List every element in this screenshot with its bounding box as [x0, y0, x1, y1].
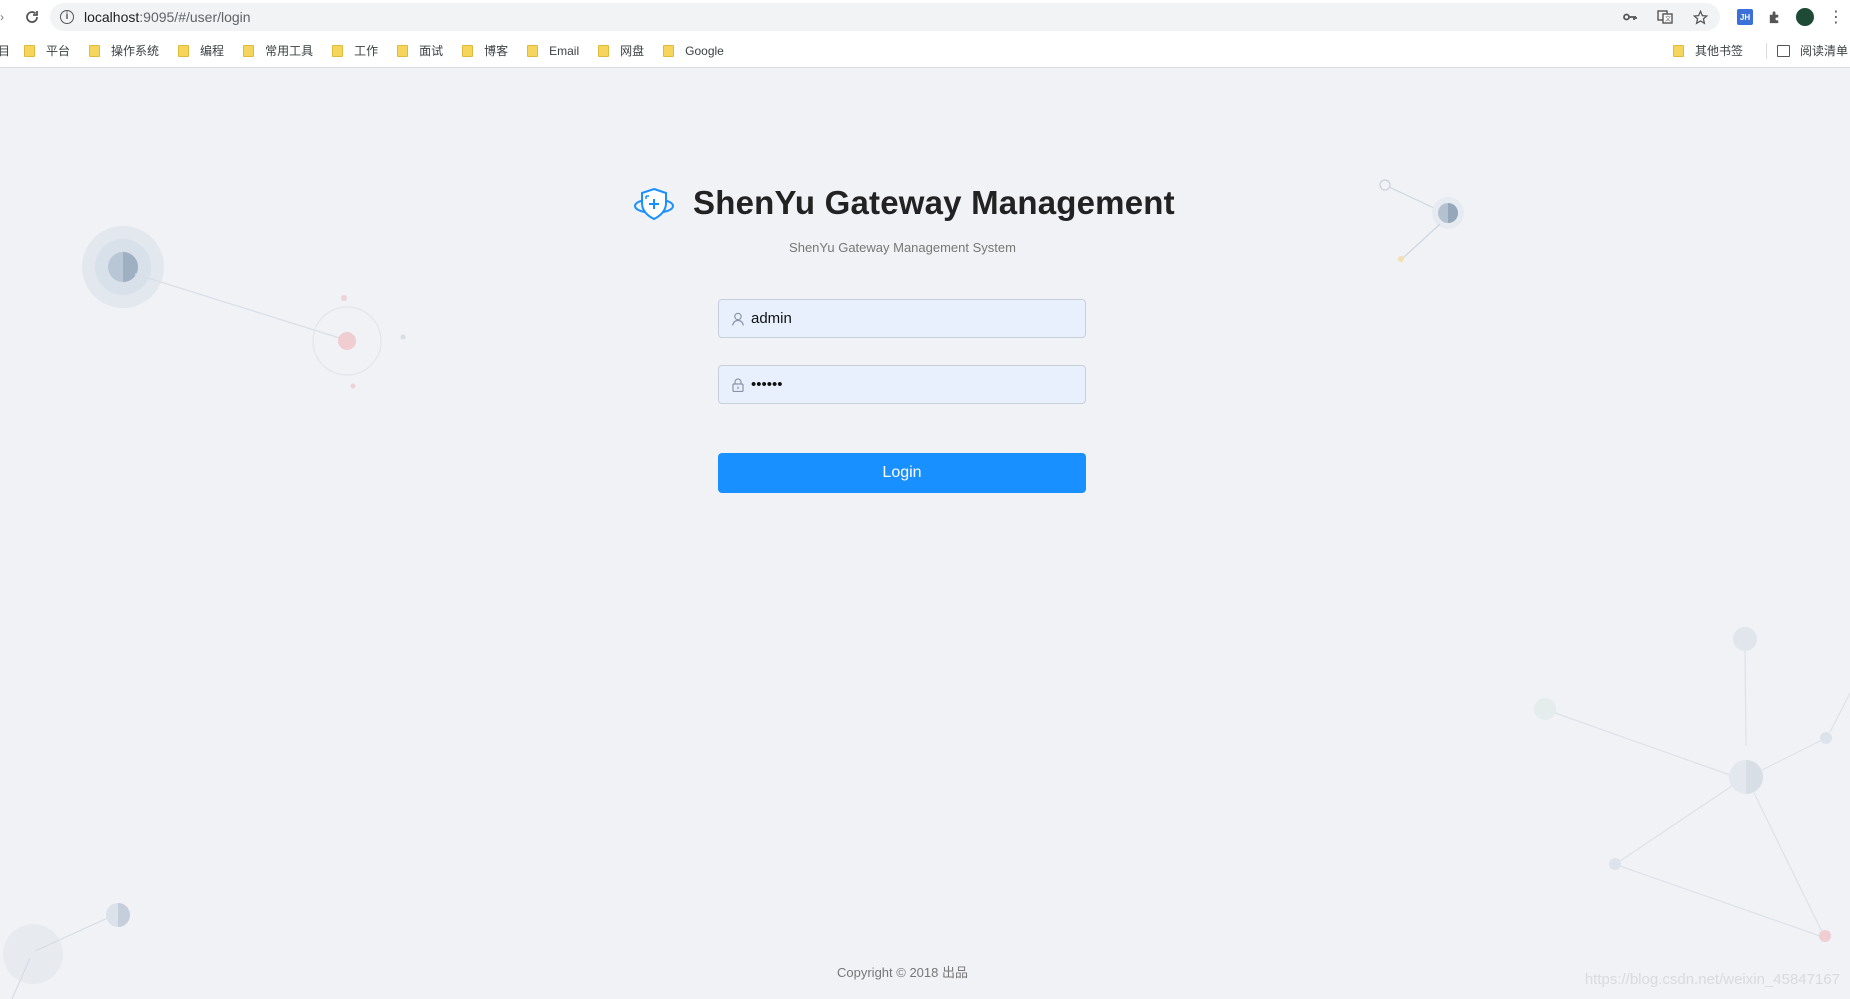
browser-menu-icon[interactable]: ⋮ — [1828, 7, 1844, 27]
bookmark-folder[interactable]: Email — [527, 44, 579, 58]
divider — [1765, 42, 1767, 59]
star-icon[interactable] — [1693, 9, 1708, 25]
folder-icon — [243, 44, 255, 57]
profile-avatar[interactable] — [1796, 8, 1814, 26]
key-icon[interactable] — [1623, 12, 1637, 22]
back-arrow-icon[interactable]: › — [0, 11, 6, 23]
other-bookmarks[interactable]: 其他书签 — [1672, 42, 1743, 59]
jh-extension-icon[interactable]: JH — [1737, 9, 1753, 25]
bookmark-folder[interactable]: Google — [663, 44, 724, 58]
browser-toolbar: › i localhost:9095/#/user/login 文 JH ⋮ — [0, 0, 1850, 34]
reading-list-icon — [1776, 44, 1790, 57]
folder-icon — [598, 44, 610, 57]
folder-icon — [1672, 44, 1684, 57]
watermark-text: https://blog.csdn.net/weixin_45847167 — [1584, 971, 1840, 988]
reload-icon — [26, 11, 38, 23]
folder-icon — [397, 44, 409, 57]
url-text: localhost:9095/#/user/login — [84, 9, 251, 25]
bookmark-folder[interactable]: 操作系统 — [89, 42, 159, 59]
username-input[interactable] — [751, 310, 1051, 327]
bookmark-folder[interactable]: 平台 — [24, 42, 70, 59]
folder-icon — [89, 44, 101, 57]
translate-icon[interactable]: 文 — [1657, 10, 1673, 24]
login-button[interactable]: Login — [718, 453, 1086, 493]
folder-icon — [24, 44, 36, 57]
bookmark-folder[interactable]: 工作 — [332, 42, 378, 59]
lock-icon — [731, 377, 745, 392]
bookmark-folder[interactable]: 网盘 — [598, 42, 644, 59]
user-icon — [731, 312, 745, 326]
folder-icon — [178, 44, 190, 57]
copyright-footer: Copyright © 2018 出品 — [837, 965, 968, 980]
page-title: ShenYu Gateway Management — [693, 184, 1175, 221]
address-bar[interactable]: i localhost:9095/#/user/login 文 — [50, 3, 1720, 31]
folder-icon — [663, 44, 675, 57]
info-icon[interactable]: i — [60, 10, 74, 24]
bookmark-folder[interactable]: 常用工具 — [243, 42, 313, 59]
svg-text:文: 文 — [1665, 15, 1671, 23]
folder-icon — [527, 44, 539, 57]
reload-button[interactable] — [22, 7, 42, 27]
folder-icon — [332, 44, 344, 57]
bookmarks-bar: 目 平台 操作系统 编程 常用工具 工作 面试 博客 Email 网盘 Goog… — [0, 34, 1850, 68]
password-input[interactable] — [751, 376, 1051, 393]
bookmark-folder[interactable]: 编程 — [178, 42, 224, 59]
username-field[interactable] — [718, 299, 1086, 338]
login-page: ShenYu Gateway Management ShenYu Gateway… — [0, 68, 1850, 999]
bookmark-truncated[interactable]: 目 — [0, 42, 10, 59]
bookmark-folder[interactable]: 博客 — [462, 42, 508, 59]
password-field[interactable] — [718, 365, 1086, 404]
page-subtitle: ShenYu Gateway Management System — [789, 240, 1016, 255]
reading-list[interactable]: 阅读清单 — [1776, 42, 1848, 59]
puzzle-icon[interactable] — [1767, 10, 1782, 25]
shield-logo-icon — [634, 187, 674, 221]
folder-icon — [462, 44, 474, 57]
bookmark-folder[interactable]: 面试 — [397, 42, 443, 59]
